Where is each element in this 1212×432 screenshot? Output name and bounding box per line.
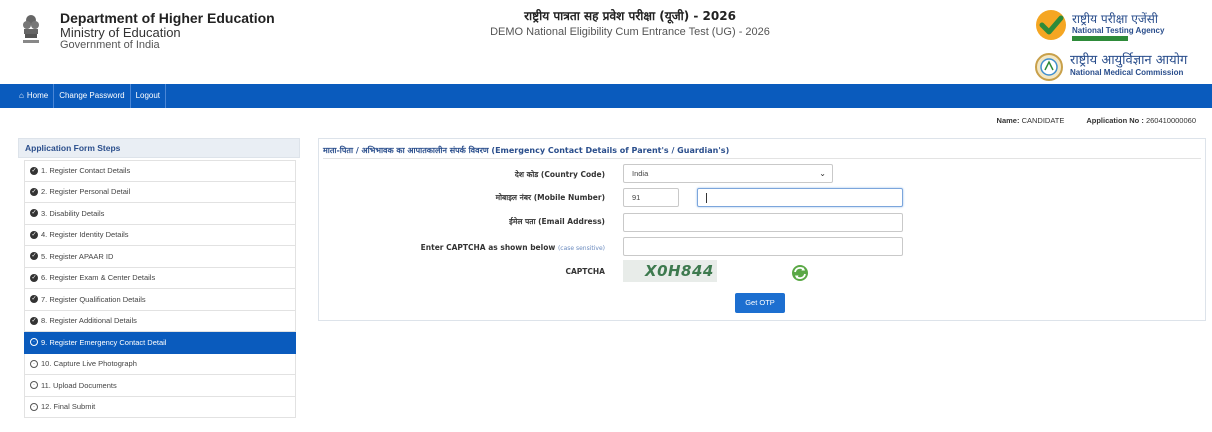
captcha-input-label: Enter CAPTCHA as shown below (case sensi… <box>421 243 605 252</box>
mobile-country-code-value: 91 <box>632 193 641 202</box>
sidebar-step[interactable]: ✓ 8. Register Additional Details <box>24 310 296 332</box>
refresh-captcha-icon[interactable] <box>791 264 809 282</box>
nav-home[interactable]: ⌂ Home <box>14 84 55 108</box>
sidebar-step-label: 10. Capture Live Photograph <box>41 359 137 369</box>
application-number: Application No : 260410000060 <box>1086 116 1196 125</box>
captcha-label: CAPTCHA <box>565 267 605 276</box>
nav-logout-label: Logout <box>135 91 161 100</box>
home-icon: ⌂ <box>19 91 24 100</box>
country-code-value: India <box>632 169 649 178</box>
nta-name-english: National Testing Agency <box>1072 26 1165 35</box>
country-code-select[interactable]: India ⌄ <box>623 164 833 183</box>
name-value: CANDIDATE <box>1021 116 1065 125</box>
emergency-contact-panel: माता-पिता / अभिभावक का आपातकालीन संपर्क … <box>318 138 1206 321</box>
captcha-image: X0H844 <box>623 260 717 282</box>
email-label: ईमेल पता (Email Address) <box>509 217 605 226</box>
candidate-name: Name: CANDIDATE <box>997 116 1065 125</box>
application-label: Application No : <box>1086 116 1144 125</box>
sidebar-step[interactable]: ✓ 5. Register APAAR ID <box>24 246 296 268</box>
sidebar-step-label: 4. Register Identity Details <box>41 230 129 240</box>
captcha-input[interactable] <box>623 237 903 256</box>
mobile-number-label: मोबाइल नंबर (Mobile Number) <box>495 193 605 202</box>
sidebar-step-label: 9. Register Emergency Contact Detail <box>41 337 167 347</box>
ministry-name: Ministry of Education <box>60 25 181 40</box>
check-circle-icon: ✓ <box>30 187 38 196</box>
check-circle-icon: ✓ <box>30 273 38 282</box>
check-circle-icon: ✓ <box>30 230 38 239</box>
sidebar-step-label: 1. Register Contact Details <box>41 166 131 176</box>
sidebar-step-label: 2. Register Personal Detail <box>41 187 131 197</box>
nmc-name-hindi: राष्ट्रीय आयुर्विज्ञान आयोग <box>1070 53 1188 68</box>
national-emblem-icon <box>23 15 39 43</box>
sidebar-title: Application Form Steps <box>18 138 300 158</box>
nav-change-password[interactable]: Change Password <box>54 84 131 108</box>
email-input[interactable] <box>623 213 903 232</box>
nta-check-icon <box>1036 10 1066 40</box>
clock-icon: · <box>30 381 38 390</box>
case-sensitive-note: (case sensitive) <box>557 245 605 252</box>
sidebar-step-label: 3. Disability Details <box>41 208 105 218</box>
nmc-emblem-icon <box>1035 53 1063 81</box>
exam-title-hindi: राष्ट्रीय पात्रता सह प्रवेश परीक्षा (यूज… <box>524 9 736 23</box>
clock-icon: · <box>30 338 38 347</box>
check-circle-icon: ✓ <box>30 295 38 304</box>
panel-divider <box>323 158 1201 159</box>
chevron-down-icon: ⌄ <box>819 169 826 178</box>
check-circle-icon: ✓ <box>30 166 38 175</box>
sidebar-step[interactable]: ✓ 3. Disability Details <box>24 203 296 225</box>
department-name: Department of Higher Education <box>60 10 275 26</box>
check-circle-icon: ✓ <box>30 209 38 218</box>
check-circle-icon: ✓ <box>30 252 38 261</box>
captcha-input-label-text: Enter CAPTCHA as shown below <box>420 243 556 252</box>
sidebar-step[interactable]: ✓ 6. Register Exam & Center Details <box>24 267 296 289</box>
nta-tagline-bar <box>1072 36 1128 41</box>
application-value: 260410000060 <box>1145 116 1196 125</box>
steps-list: ✓ 1. Register Contact Details ✓ 2. Register… <box>18 160 300 418</box>
sidebar-step[interactable]: ✓ 7. Register Qualification Details <box>24 289 296 311</box>
nmc-logo: राष्ट्रीय आयुर्विज्ञान आयोग National Med… <box>1034 50 1204 82</box>
mobile-number-input[interactable] <box>697 188 903 207</box>
sidebar-step-label: 11. Upload Documents <box>41 380 117 390</box>
sidebar-step-label: 8. Register Additional Details <box>41 316 137 326</box>
exam-title-block: राष्ट्रीय पात्रता सह प्रवेश परीक्षा (यूज… <box>360 8 900 40</box>
sidebar-step[interactable]: · 9. Register Emergency Contact Detail <box>24 332 296 354</box>
nav-change-password-label: Change Password <box>59 91 125 100</box>
clock-icon: · <box>30 402 38 411</box>
nta-logo: राष्ट्रीय परीक्षा एजेंसी National Testin… <box>1034 8 1204 44</box>
exam-title-english: DEMO National Eligibility Cum Entrance T… <box>490 26 770 38</box>
department-block: Department of Higher Education Ministry … <box>60 10 275 52</box>
country-code-label: देश कोड (Country Code) <box>514 170 605 179</box>
sidebar-step[interactable]: · 11. Upload Documents <box>24 375 296 397</box>
nta-name-hindi: राष्ट्रीय परीक्षा एजेंसी <box>1072 12 1159 26</box>
sidebar-step[interactable]: ✓ 2. Register Personal Detail <box>24 181 296 203</box>
nmc-name-english: National Medical Commission <box>1070 68 1184 77</box>
check-circle-icon: ✓ <box>30 316 38 325</box>
clock-icon: · <box>30 359 38 368</box>
government-name: Government of India <box>60 39 160 51</box>
panel-title: माता-पिता / अभिभावक का आपातकालीन संपर्क … <box>323 146 730 155</box>
page-header: Department of Higher Education Ministry … <box>0 0 1212 84</box>
mobile-country-code-field[interactable]: 91 <box>623 188 679 207</box>
sidebar-step-label: 5. Register APAAR ID <box>41 251 114 261</box>
get-otp-button[interactable]: Get OTP <box>735 293 785 313</box>
top-nav: ⌂ Home Change Password Logout <box>0 84 1212 108</box>
sidebar-step[interactable]: · 12. Final Submit <box>24 396 296 418</box>
nav-logout[interactable]: Logout <box>131 84 167 108</box>
sidebar-step[interactable]: · 10. Capture Live Photograph <box>24 353 296 375</box>
nav-home-label: Home <box>26 91 49 100</box>
sidebar-step[interactable]: ✓ 1. Register Contact Details <box>24 160 296 182</box>
text-cursor <box>706 193 707 203</box>
sidebar-step-label: 6. Register Exam & Center Details <box>41 273 156 283</box>
name-label: Name: <box>996 116 1020 125</box>
user-info: Name: CANDIDATE Application No : 2604100… <box>997 116 1196 125</box>
sidebar-step[interactable]: ✓ 4. Register Identity Details <box>24 224 296 246</box>
sidebar-step-label: 12. Final Submit <box>41 402 96 412</box>
sidebar-step-label: 7. Register Qualification Details <box>41 294 146 304</box>
steps-sidebar: Application Form Steps ✓ 1. Register Cont… <box>18 138 300 422</box>
